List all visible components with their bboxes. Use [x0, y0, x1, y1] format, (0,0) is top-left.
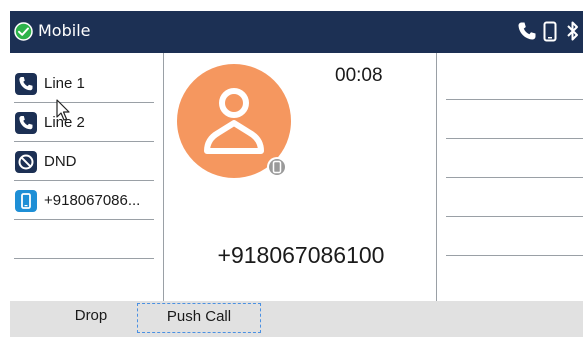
phone-icon — [15, 112, 37, 134]
empty-key-divider — [446, 177, 583, 178]
empty-key-divider — [446, 138, 583, 139]
phone-screen: Mobile Line 1 Line 2 DND +918067086... 0… — [10, 11, 583, 337]
softkey-bar: Drop Push Call — [10, 301, 583, 337]
line-key-2[interactable]: Line 2 — [14, 106, 154, 142]
bluetooth-icon — [567, 21, 578, 41]
mobile-device-icon — [543, 21, 557, 42]
check-circle-icon — [14, 22, 33, 41]
header-bar: Mobile — [10, 11, 583, 53]
empty-key-divider — [446, 216, 583, 217]
mobile-device-icon — [15, 190, 37, 212]
empty-key-divider — [446, 255, 583, 256]
contact-avatar — [177, 64, 291, 178]
call-panel: 00:08 +918067086100 — [165, 53, 437, 301]
line-key-1[interactable]: Line 1 — [14, 67, 154, 103]
mouse-cursor-icon — [56, 99, 70, 121]
mobile-line-key[interactable]: +918067086... — [14, 184, 154, 220]
empty-line-key[interactable] — [14, 223, 154, 259]
line-key-label: +918067086... — [44, 192, 141, 209]
do-not-disturb-icon — [15, 151, 37, 173]
header-title: Mobile — [38, 21, 91, 40]
phone-icon — [15, 73, 37, 95]
call-timer: 00:08 — [335, 65, 383, 86]
caller-number: +918067086100 — [217, 242, 385, 268]
line-key-label: DND — [44, 153, 77, 170]
line-keys-panel: Line 1 Line 2 DND +918067086... — [10, 53, 164, 301]
right-keys-panel — [438, 53, 583, 301]
drop-button[interactable]: Drop — [56, 303, 126, 333]
push-call-button[interactable]: Push Call — [137, 303, 261, 333]
dnd-key[interactable]: DND — [14, 145, 154, 181]
phone-icon — [518, 22, 536, 40]
empty-key-divider — [446, 99, 583, 100]
line-key-label: Line 1 — [44, 75, 85, 92]
